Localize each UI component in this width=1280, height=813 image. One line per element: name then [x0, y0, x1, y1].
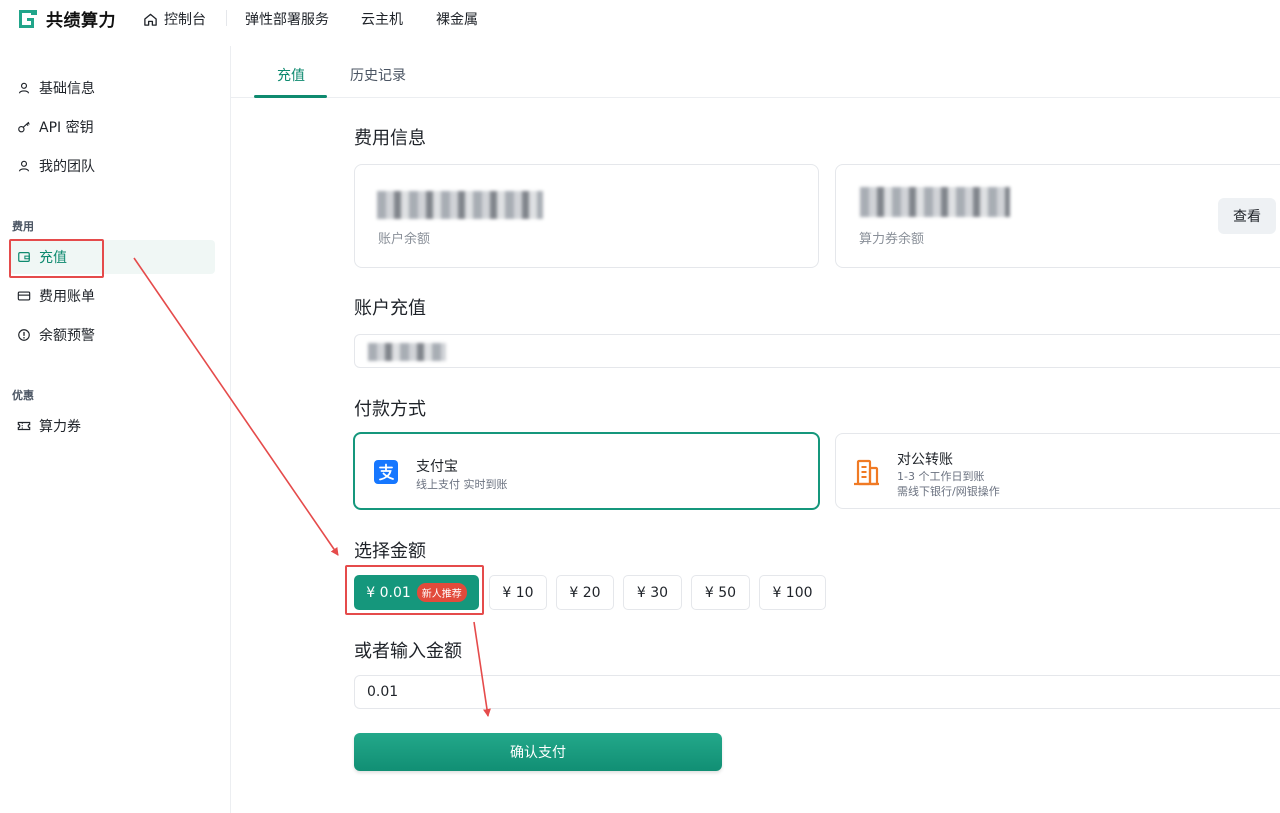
nav-bare-metal[interactable]: 裸金属 [436, 9, 478, 29]
nav-divider [226, 10, 227, 26]
nav-console[interactable]: 控制台 [143, 9, 206, 29]
amount-option-50[interactable]: ¥ 50 [691, 575, 750, 610]
voucher-balance-value-redacted [860, 187, 1010, 217]
brand-logo[interactable]: 共绩算力 [16, 6, 116, 31]
sidebar-item-label: API 密钥 [39, 120, 94, 136]
alert-icon [18, 329, 30, 341]
payment-option-alipay[interactable]: 支付宝 线上支付 实时到账 [353, 432, 820, 510]
team-icon [18, 160, 30, 172]
payment-corporate-desc-1: 1-3 个工作日到账 [897, 470, 985, 483]
payment-method-title: 付款方式 [354, 399, 426, 420]
payment-corporate-desc-2: 需线下银行/网银操作 [897, 485, 1000, 498]
card-icon [17, 291, 31, 301]
alipay-icon [374, 460, 398, 484]
sidebar-group-promo: 优惠 [12, 389, 34, 402]
voucher-balance-label: 算力券余额 [859, 232, 925, 247]
logo-icon [19, 9, 37, 28]
nav-elastic-deploy[interactable]: 弹性部署服务 [245, 9, 329, 29]
sidebar-group-fee: 费用 [12, 220, 34, 233]
payment-alipay-desc: 线上支付 实时到账 [416, 478, 508, 491]
account-balance-value-redacted [377, 191, 543, 219]
sidebar-item-basic-info[interactable]: 基础信息 [10, 71, 215, 105]
custom-amount-value: 0.01 [367, 684, 399, 700]
nav-elastic-deploy-label: 弹性部署服务 [245, 12, 329, 28]
account-recharge-title: 账户充值 [354, 298, 426, 319]
account-balance-card: 账户余额 [354, 164, 819, 268]
account-balance-label: 账户余额 [378, 232, 431, 247]
sidebar-item-balance-alert[interactable]: 余额预警 [10, 318, 215, 352]
fee-info-title: 费用信息 [354, 128, 426, 149]
home-icon [144, 13, 157, 26]
confirm-payment-button[interactable]: 确认支付 [354, 733, 722, 771]
custom-amount-input[interactable]: 0.01 [354, 675, 1280, 709]
nav-bare-metal-label: 裸金属 [436, 12, 478, 28]
key-icon [18, 121, 30, 133]
custom-amount-title: 或者输入金额 [354, 641, 462, 662]
tab-bar: 充值 历史记录 [231, 46, 1280, 98]
tab-active-indicator [254, 95, 327, 98]
amount-option-30[interactable]: ¥ 30 [623, 575, 682, 610]
sidebar-item-label: 费用账单 [39, 289, 95, 305]
nav-cloud-host[interactable]: 云主机 [361, 9, 403, 29]
amount-option-20[interactable]: ¥ 20 [556, 575, 614, 610]
sidebar-item-my-team[interactable]: 我的团队 [10, 149, 215, 183]
sidebar-item-api-key[interactable]: API 密钥 [10, 110, 215, 144]
sidebar: 基础信息 API 密钥 我的团队 费用 充值 费用账单 余额预警 优惠 算力券 [0, 46, 231, 813]
annotation-highlight-recharge [9, 239, 104, 278]
sidebar-item-label: 我的团队 [39, 159, 95, 175]
sidebar-item-label: 余额预警 [39, 328, 95, 344]
sidebar-item-label: 算力券 [39, 419, 81, 435]
payment-alipay-name: 支付宝 [416, 459, 458, 475]
select-amount-title: 选择金额 [354, 541, 426, 562]
nav-console-label: 控制台 [164, 12, 206, 28]
nav-cloud-host-label: 云主机 [361, 12, 403, 28]
ticket-icon [17, 421, 31, 431]
brand-name: 共绩算力 [46, 11, 116, 31]
amount-option-10[interactable]: ¥ 10 [489, 575, 547, 610]
voucher-balance-card: 算力券余额 [835, 164, 1280, 268]
recharge-account-field[interactable] [354, 334, 1280, 368]
tab-recharge[interactable]: 充值 [277, 65, 305, 85]
payment-option-corporate-transfer[interactable]: 对公转账 1-3 个工作日到账 需线下银行/网银操作 [835, 433, 1280, 509]
tab-history[interactable]: 历史记录 [350, 65, 406, 85]
building-icon [854, 459, 879, 486]
sidebar-item-label: 基础信息 [39, 81, 95, 97]
view-voucher-button[interactable]: 查看 [1218, 198, 1276, 234]
sidebar-item-voucher[interactable]: 算力券 [10, 409, 215, 443]
sidebar-item-bill[interactable]: 费用账单 [10, 279, 215, 313]
recharge-account-redacted [368, 343, 446, 361]
user-icon [18, 82, 30, 94]
annotation-highlight-amount [345, 565, 484, 615]
amount-option-100[interactable]: ¥ 100 [759, 575, 826, 610]
top-navbar: 共绩算力 控制台 弹性部署服务 云主机 裸金属 [0, 0, 1280, 36]
payment-corporate-name: 对公转账 [897, 452, 953, 468]
